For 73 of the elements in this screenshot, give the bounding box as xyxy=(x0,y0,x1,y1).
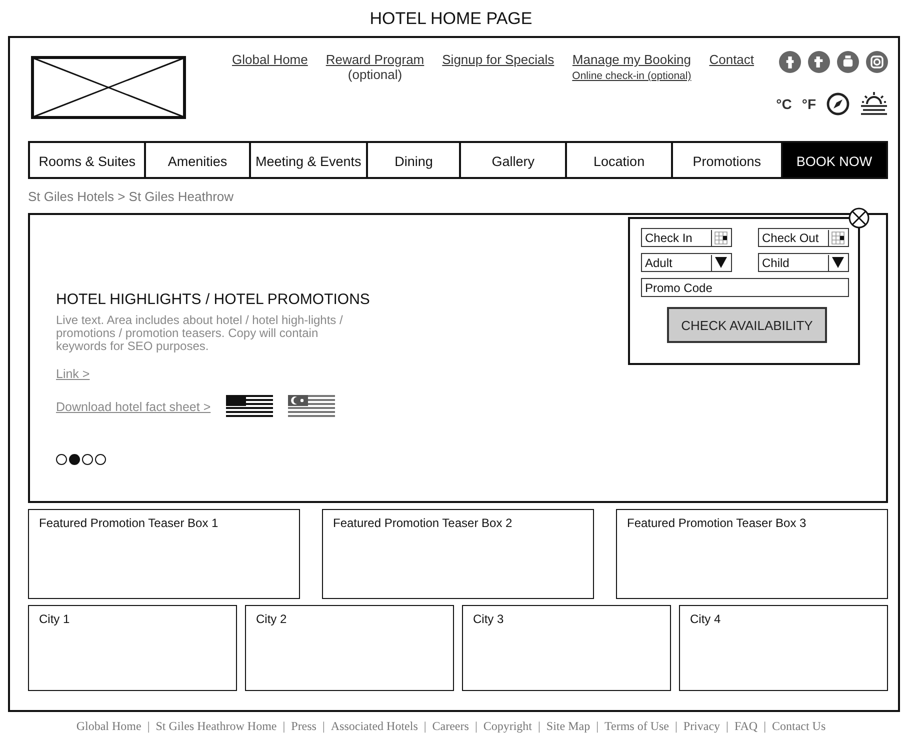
separator: | xyxy=(538,719,540,733)
separator: | xyxy=(596,719,598,733)
footer-link[interactable]: Contact Us xyxy=(772,719,826,733)
separator: | xyxy=(474,719,478,733)
calendar-icon[interactable] xyxy=(714,230,728,244)
dropdown-arrow-icon xyxy=(832,257,844,268)
dropdown[interactable]: Child xyxy=(758,253,849,272)
nav-link[interactable]: Global Home xyxy=(232,52,308,67)
hero-text: Live text. Area includes about hotel / hotel high-lights / promotions / promotion teasers. Copy will contain keywords for SEO purposes. xyxy=(56,314,344,353)
link-note: (optional) xyxy=(348,67,402,82)
unit-toggle[interactable]: °F xyxy=(802,96,816,112)
footer-link[interactable]: Global Home xyxy=(76,719,142,733)
teaser-box[interactable]: Featured Promotion Teaser Box 1 xyxy=(28,509,300,599)
separator: | xyxy=(424,719,426,733)
dropdown[interactable]: Adult xyxy=(641,253,732,272)
page-title: HOTEL HOME PAGE xyxy=(370,9,532,29)
flag-icon[interactable] xyxy=(288,395,335,418)
separator: | xyxy=(726,719,728,733)
city-box[interactable]: City 1 xyxy=(28,605,237,691)
social-icon[interactable] xyxy=(808,51,830,73)
footer-link[interactable]: Careers xyxy=(432,719,469,733)
teaser-box[interactable]: Featured Promotion Teaser Box 3 xyxy=(616,509,888,599)
city-box[interactable]: City 4 xyxy=(679,605,888,691)
separator: | xyxy=(322,719,325,733)
teaser-box[interactable]: Featured Promotion Teaser Box 2 xyxy=(322,509,594,599)
social-icon[interactable] xyxy=(779,51,801,73)
separator: | xyxy=(282,719,286,733)
nav-tab[interactable]: Rooms & Suites xyxy=(30,143,146,177)
footer-link[interactable]: Site Map xyxy=(546,719,590,733)
camera-icon[interactable] xyxy=(866,51,888,73)
separator: | xyxy=(674,719,678,733)
nav-tab[interactable]: Meeting & Events xyxy=(250,143,368,177)
nav-link[interactable]: Reward Program xyxy=(326,52,424,67)
separator: | xyxy=(147,719,150,733)
video-icon[interactable] xyxy=(837,51,859,73)
hero-link[interactable]: Link > xyxy=(56,367,90,381)
footer-link[interactable]: Press xyxy=(291,719,316,733)
footer-link[interactable]: Associated Hotels xyxy=(330,719,418,733)
carousel-dot[interactable] xyxy=(56,454,67,465)
nav-link[interactable]: Online check-in (optional) xyxy=(572,70,692,82)
footer-link[interactable]: St Giles Heathrow Home xyxy=(156,719,277,733)
download-link[interactable]: Download hotel fact sheet > xyxy=(56,400,211,414)
nav-link[interactable]: Contact xyxy=(709,52,754,67)
nav-tab[interactable]: Gallery xyxy=(461,143,567,177)
date-field[interactable]: Check In xyxy=(641,228,732,247)
footer-link[interactable]: FAQ xyxy=(734,719,758,733)
carousel-dot[interactable] xyxy=(69,454,80,465)
nav-tab[interactable]: Dining xyxy=(368,143,462,177)
breadcrumb: St Giles Hotels > St Giles Heathrow xyxy=(28,189,235,206)
city-box[interactable]: City 2 xyxy=(245,605,454,691)
dropdown-arrow-icon xyxy=(715,257,727,268)
close-icon[interactable] xyxy=(848,207,870,229)
sunrise-icon[interactable] xyxy=(860,91,888,117)
flag-icon[interactable] xyxy=(226,395,273,418)
nav-link[interactable]: Manage my Booking xyxy=(572,52,691,67)
footer-link[interactable]: Privacy xyxy=(683,719,720,733)
calendar-icon[interactable] xyxy=(831,230,845,244)
nav-link[interactable]: Signup for Specials xyxy=(442,52,554,67)
book-now-button[interactable]: BOOK NOW xyxy=(782,143,886,177)
input-field[interactable]: Promo Code xyxy=(641,278,849,297)
footer-link[interactable]: Copyright xyxy=(483,719,532,733)
carousel-dot[interactable] xyxy=(82,454,93,465)
city-box[interactable]: City 3 xyxy=(462,605,671,691)
unit-toggle[interactable]: °C xyxy=(776,96,792,112)
footer-link[interactable]: Terms of Use xyxy=(604,719,669,733)
nav-tab[interactable]: Location xyxy=(566,143,674,177)
separator: | xyxy=(764,719,766,733)
date-field[interactable]: Check Out xyxy=(758,228,849,247)
carousel-dot[interactable] xyxy=(95,454,106,465)
check-availability-button[interactable]: CHECK AVAILABILITY xyxy=(667,307,827,343)
hero-heading: HOTEL HIGHLIGHTS / HOTEL PROMOTIONS xyxy=(56,291,370,308)
nav-tab[interactable]: Amenities xyxy=(146,143,251,177)
compass-icon[interactable] xyxy=(826,92,850,116)
